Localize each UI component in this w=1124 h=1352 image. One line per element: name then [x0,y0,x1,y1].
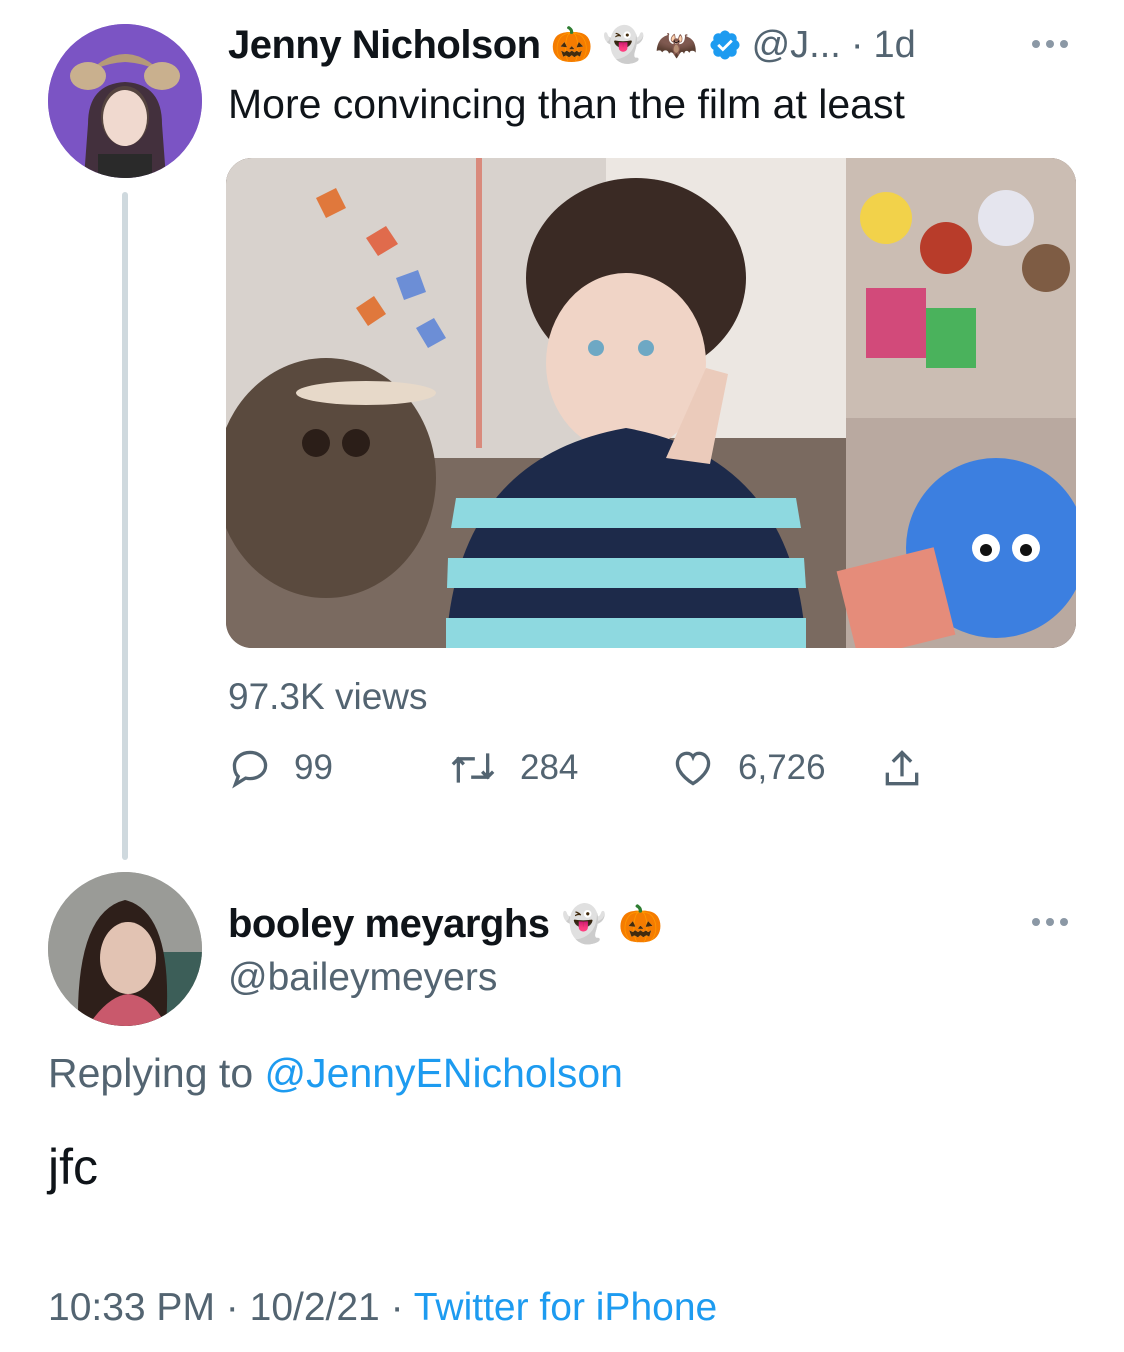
video-thumbnail-image [226,158,1076,648]
reply-button[interactable]: 99 [228,746,333,790]
tweet-handle[interactable]: @J... [752,24,841,67]
retweet-count: 284 [520,748,579,787]
booley-avatar[interactable] [48,872,202,1026]
pumpkin-emoji-icon: 🎃 [618,903,664,944]
more-options-icon[interactable] [1032,40,1068,48]
jenny-avatar[interactable] [48,24,202,178]
meta-dot: · [225,1286,239,1329]
reply-text: jfc [48,1139,98,1195]
meta-dot: · [390,1286,404,1329]
booley-avatar-image [48,872,202,1026]
bat-emoji-icon: 🦇 [655,26,698,64]
replying-to: Replying to @JennyENicholson [48,1050,623,1097]
reply-source-link[interactable]: Twitter for iPhone [414,1286,717,1329]
reply-author-name[interactable]: booley meyarghs [228,902,550,947]
ghost-emoji-icon: 👻 [561,903,607,944]
reply-date[interactable]: 10/2/21 [250,1286,380,1329]
reply-header: booley meyarghs 👻 🎃 [228,898,663,950]
tweet-header: Jenny Nicholson 🎃 👻 🦇 @J... · 1d [228,20,916,70]
reply-time[interactable]: 10:33 PM [48,1286,215,1329]
like-count: 6,726 [738,748,826,787]
share-button[interactable] [880,746,924,792]
reply-meta: 10:33 PM · 10/2/21 · Twitter for iPhone [48,1286,717,1330]
reply-count: 99 [294,748,333,787]
tweet-age[interactable]: 1d [874,24,916,67]
reply-handle[interactable]: @baileymeyers [228,956,497,1000]
tweet-text: More convincing than the film at least [228,81,905,127]
tweet-author-name[interactable]: Jenny Nicholson [228,23,541,68]
retweet-icon [451,753,495,783]
ghost-emoji-icon: 👻 [602,26,646,64]
tweet-video[interactable] [226,158,1076,648]
reply-more-options-icon[interactable] [1032,918,1068,926]
tweet-separator: · [850,23,864,66]
tweet-views: 97.3K views [228,676,428,717]
reply-icon [232,750,268,789]
replying-prefix: Replying to [48,1050,254,1096]
like-button[interactable]: 6,726 [670,746,826,790]
like-icon [675,751,711,786]
jenny-avatar-image [48,24,202,178]
share-icon [885,750,919,786]
replying-handle-link[interactable]: @JennyENicholson [265,1050,623,1096]
verified-badge-icon [708,28,742,62]
thread-line [122,192,128,860]
pumpkin-emoji-icon: 🎃 [550,26,593,64]
retweet-button[interactable]: 284 [448,746,578,790]
